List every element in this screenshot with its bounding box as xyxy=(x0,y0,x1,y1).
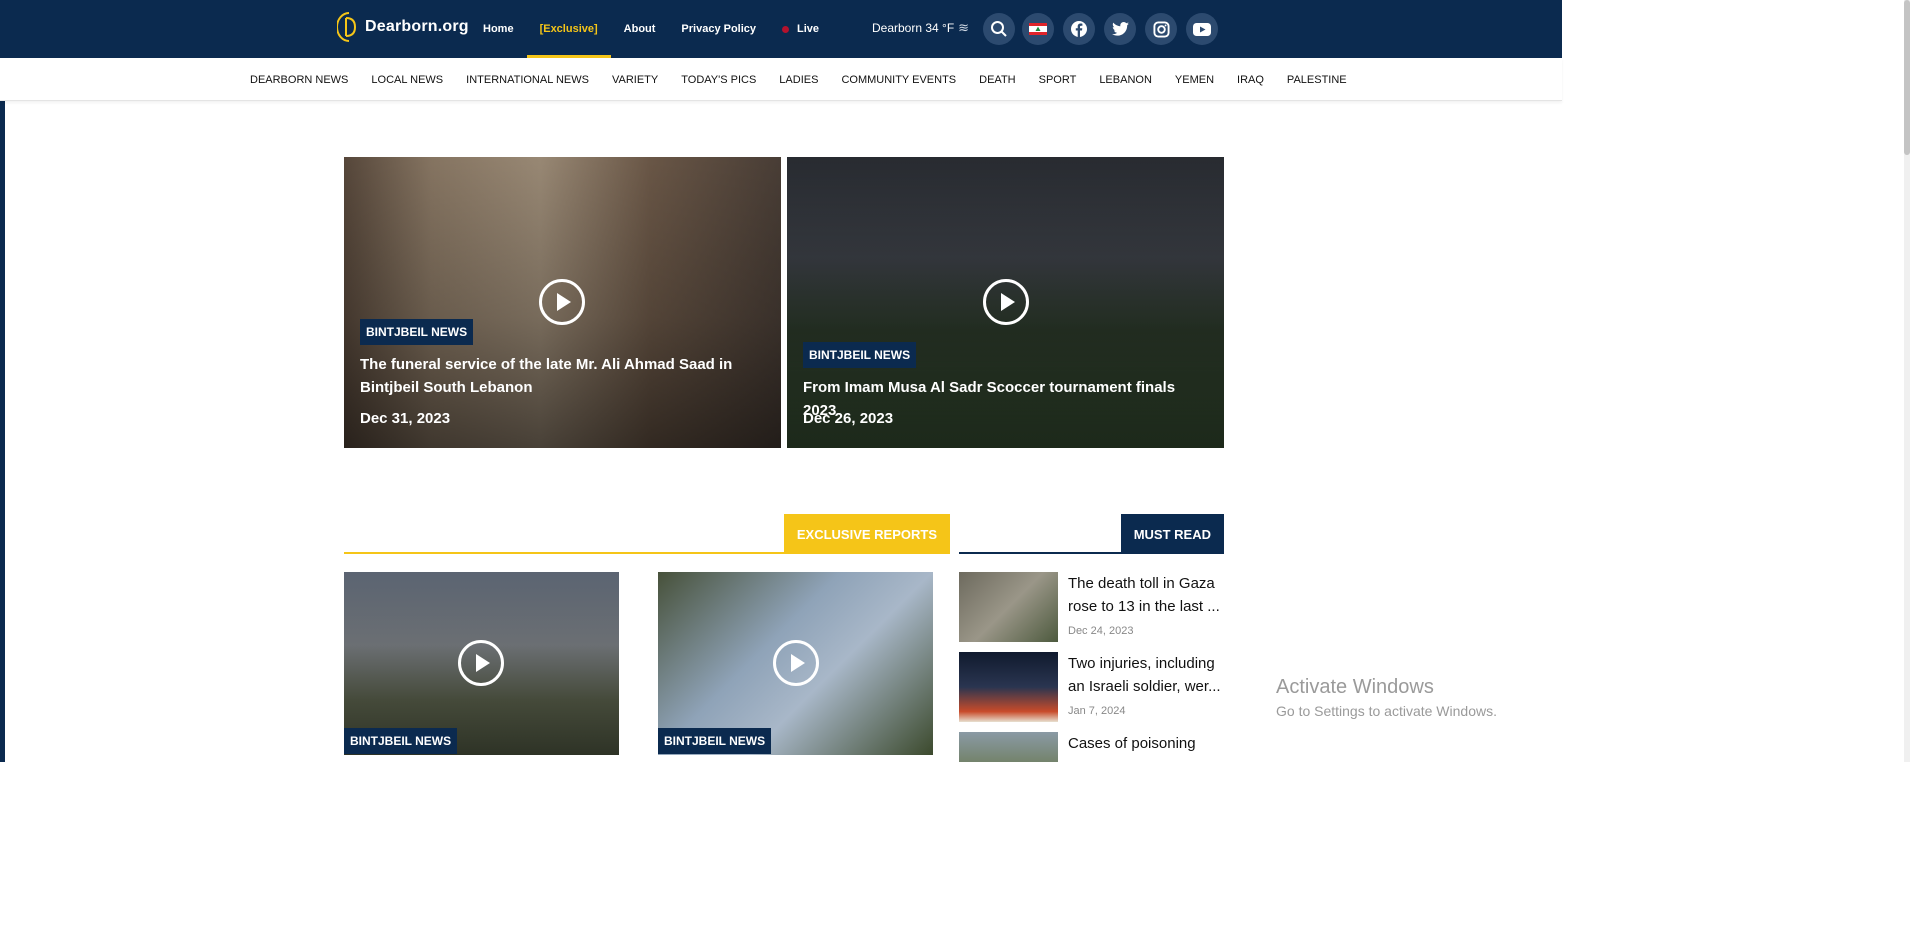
logo-text: Dearborn.org xyxy=(365,18,469,35)
nav-exclusive[interactable]: [Exclusive] xyxy=(526,0,611,58)
must-read-title[interactable]: The death toll in Gaza rose to 13 in the… xyxy=(1068,572,1223,618)
category-dearborn-news[interactable]: DEARBORN NEWS xyxy=(250,74,348,86)
window-left-edge xyxy=(0,0,5,762)
exclusive-reports-header: EXCLUSIVE REPORTS xyxy=(344,514,950,554)
instagram-icon xyxy=(1152,20,1170,38)
scrollbar-thumb[interactable] xyxy=(1904,0,1910,155)
exclusive-card-1[interactable]: BINTJBEIL NEWS xyxy=(344,572,619,755)
lebanon-flag-button[interactable] xyxy=(1022,13,1054,45)
main-nav: Home [Exclusive] About Privacy Policy Li… xyxy=(470,0,832,58)
category-variety[interactable]: VARIETY xyxy=(612,74,658,86)
logo-mark-icon xyxy=(337,12,357,42)
category-nav: DEARBORN NEWS LOCAL NEWS INTERNATIONAL N… xyxy=(250,58,1370,101)
category-lebanon[interactable]: LEBANON xyxy=(1099,74,1152,86)
page-scrollbar[interactable] xyxy=(1904,0,1910,762)
category-international-news[interactable]: INTERNATIONAL NEWS xyxy=(466,74,589,86)
twitter-button[interactable] xyxy=(1104,13,1136,45)
hero-card-1[interactable]: BINTJBEIL NEWS The funeral service of th… xyxy=(344,157,781,448)
hero-date-1: Dec 31, 2023 xyxy=(360,410,451,427)
nav-about[interactable]: About xyxy=(611,0,669,58)
category-todays-pics[interactable]: TODAY'S PICS xyxy=(681,74,756,86)
must-read-item[interactable]: The death toll in Gaza rose to 13 in the… xyxy=(959,572,1224,642)
category-iraq[interactable]: IRAQ xyxy=(1237,74,1264,86)
category-badge[interactable]: BINTJBEIL NEWS xyxy=(658,728,772,754)
site-logo[interactable]: Dearborn.org xyxy=(337,10,469,44)
category-community-events[interactable]: COMMUNITY EVENTS xyxy=(841,74,956,86)
exclusive-reports-title[interactable]: EXCLUSIVE REPORTS xyxy=(783,514,950,554)
hero-card-2[interactable]: BINTJBEIL NEWS From Imam Musa Al Sadr Sc… xyxy=(787,157,1224,448)
hero-title-1[interactable]: The funeral service of the late Mr. Ali … xyxy=(360,353,760,399)
must-read-item[interactable]: Cases of poisoning xyxy=(959,732,1224,762)
must-read-title[interactable]: Two injuries, including an Israeli soldi… xyxy=(1068,652,1223,698)
nav-home[interactable]: Home xyxy=(470,0,527,58)
hero-date-2: Dec 26, 2023 xyxy=(803,410,894,427)
facebook-icon xyxy=(1071,21,1087,37)
fog-icon: ≋ xyxy=(958,20,970,35)
weather-widget: Dearborn 34 °F ≋ xyxy=(872,20,969,36)
play-icon[interactable] xyxy=(983,279,1029,325)
must-read-item[interactable]: Two injuries, including an Israeli soldi… xyxy=(959,652,1224,722)
live-dot-icon xyxy=(782,25,790,33)
youtube-icon xyxy=(1193,22,1211,36)
must-read-title[interactable]: Cases of poisoning xyxy=(1068,732,1223,755)
category-badge[interactable]: BINTJBEIL NEWS xyxy=(360,319,474,345)
category-yemen[interactable]: YEMEN xyxy=(1175,74,1214,86)
lebanon-flag-icon xyxy=(1029,23,1047,35)
activate-windows-watermark: Activate Windows Go to Settings to activ… xyxy=(1276,676,1497,719)
weather-text: Dearborn 34 °F xyxy=(872,21,955,35)
category-local-news[interactable]: LOCAL NEWS xyxy=(371,74,443,86)
search-icon xyxy=(991,21,1007,37)
play-icon[interactable] xyxy=(458,640,504,686)
category-ladies[interactable]: LADIES xyxy=(779,74,818,86)
must-read-header: MUST READ xyxy=(959,514,1224,554)
search-button[interactable] xyxy=(983,13,1015,45)
must-read-thumbnail[interactable] xyxy=(959,572,1058,642)
youtube-button[interactable] xyxy=(1186,13,1218,45)
category-bar: DEARBORN NEWS LOCAL NEWS INTERNATIONAL N… xyxy=(0,58,1562,101)
category-sport[interactable]: SPORT xyxy=(1039,74,1077,86)
watermark-title: Activate Windows xyxy=(1276,676,1434,698)
nav-privacy-policy[interactable]: Privacy Policy xyxy=(668,0,769,58)
category-badge[interactable]: BINTJBEIL NEWS xyxy=(344,728,458,754)
category-badge[interactable]: BINTJBEIL NEWS xyxy=(803,342,917,368)
twitter-icon xyxy=(1111,22,1129,36)
must-read-title[interactable]: MUST READ xyxy=(1120,514,1224,554)
nav-live[interactable]: Live xyxy=(769,0,832,58)
category-death[interactable]: DEATH xyxy=(979,74,1015,86)
instagram-button[interactable] xyxy=(1145,13,1177,45)
nav-live-label: Live xyxy=(797,23,820,35)
watermark-subtitle: Go to Settings to activate Windows. xyxy=(1276,703,1497,719)
must-read-date: Jan 7, 2024 xyxy=(1068,705,1126,717)
facebook-button[interactable] xyxy=(1063,13,1095,45)
play-icon[interactable] xyxy=(773,640,819,686)
must-read-thumbnail[interactable] xyxy=(959,732,1058,762)
category-palestine[interactable]: PALESTINE xyxy=(1287,74,1347,86)
exclusive-card-2[interactable]: BINTJBEIL NEWS xyxy=(658,572,933,755)
must-read-thumbnail[interactable] xyxy=(959,652,1058,722)
play-icon[interactable] xyxy=(539,279,585,325)
must-read-date: Dec 24, 2023 xyxy=(1068,625,1134,637)
top-header: Dearborn.org Home [Exclusive] About Priv… xyxy=(0,0,1562,58)
